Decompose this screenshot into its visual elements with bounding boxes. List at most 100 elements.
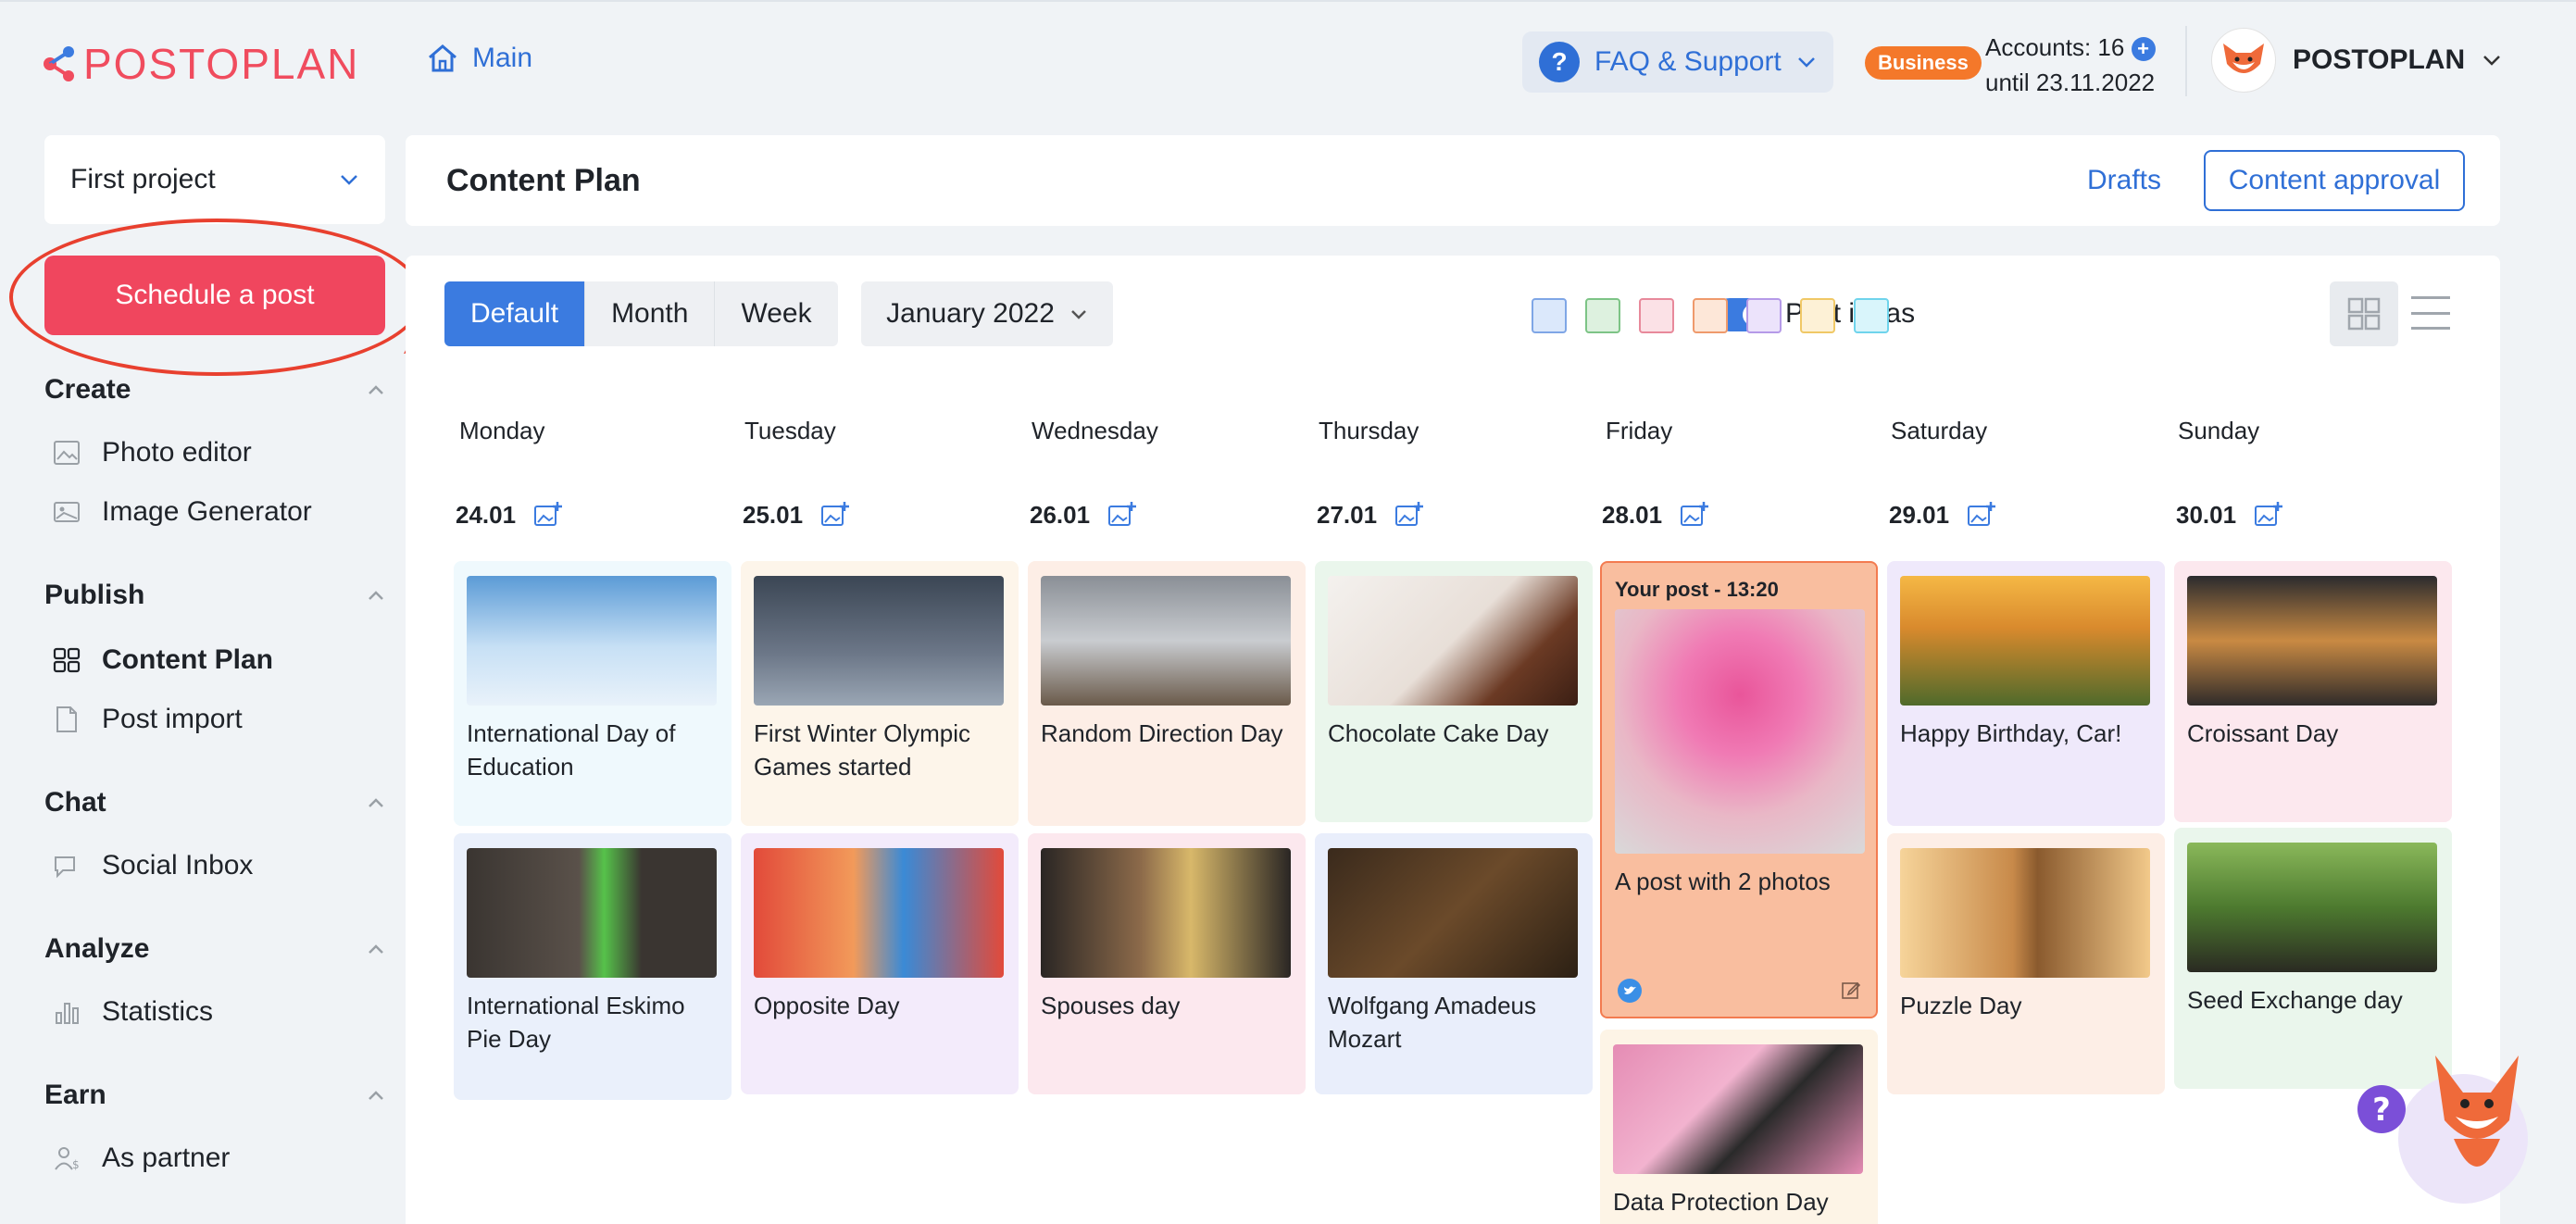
post-idea-card[interactable]: Random Direction Day	[1028, 561, 1306, 826]
edit-icon[interactable]	[1841, 980, 1861, 1000]
post-caption: Opposite Day	[754, 992, 900, 1019]
post-idea-card[interactable]: Opposite Day	[741, 833, 1019, 1094]
post-image	[467, 848, 717, 978]
color-filter-swatch[interactable]	[1746, 298, 1782, 333]
day-header-sunday: Sunday	[2178, 417, 2260, 444]
section-title: Earn	[44, 1080, 106, 1110]
tab-month[interactable]: Month	[585, 281, 716, 346]
sidebar-item-as-partner[interactable]: $ As partner	[52, 1143, 230, 1174]
accounts-count: Accounts: 16	[1985, 33, 2125, 61]
sidebar-item-image-generator[interactable]: Image Generator	[52, 496, 312, 528]
post-image	[1900, 576, 2150, 706]
add-image-icon[interactable]	[819, 500, 851, 530]
sidebar-item-label: As partner	[102, 1143, 231, 1173]
project-selector[interactable]: First project	[44, 135, 385, 224]
post-caption: Data Protection Day	[1613, 1188, 1829, 1216]
day-header-monday: Monday	[459, 417, 545, 444]
section-earn[interactable]: Earn	[44, 1080, 385, 1111]
section-analyze[interactable]: Analyze	[44, 933, 385, 965]
twitter-icon	[1618, 979, 1642, 1003]
partner-icon: $	[55, 1147, 80, 1171]
post-caption: Spouses day	[1041, 992, 1181, 1019]
tab-default[interactable]: Default	[444, 281, 586, 346]
faq-support-button[interactable]: ? FAQ & Support	[1522, 31, 1833, 93]
grid-view-button[interactable]	[2330, 281, 2398, 346]
add-account-icon[interactable]: +	[2131, 37, 2156, 62]
color-filter-swatch[interactable]	[1693, 298, 1728, 333]
sidebar-item-photo-editor[interactable]: Photo editor	[52, 437, 252, 468]
sidebar-item-content-plan[interactable]: Content Plan	[52, 644, 273, 676]
scheduled-post-card[interactable]: Your post - 13:20 A post with 2 photos	[1600, 561, 1878, 1018]
date-cell: 24.01	[456, 500, 564, 530]
content-approval-button[interactable]: Content approval	[2204, 150, 2465, 211]
post-image	[1328, 848, 1578, 978]
color-filter-swatch[interactable]	[1585, 298, 1620, 333]
post-idea-card[interactable]: International Eskimo Pie Day	[454, 833, 732, 1100]
tab-week[interactable]: Week	[715, 281, 837, 346]
chevron-up-icon	[369, 1091, 383, 1100]
post-caption: Seed Exchange day	[2187, 986, 2403, 1014]
post-caption: Puzzle Day	[1900, 992, 2022, 1019]
color-filter-swatch[interactable]	[1532, 298, 1567, 333]
section-chat[interactable]: Chat	[44, 787, 385, 818]
add-image-icon[interactable]	[1679, 500, 1710, 530]
post-idea-card[interactable]: Wolfgang Amadeus Mozart	[1315, 833, 1593, 1094]
main-link[interactable]: Main	[426, 43, 532, 74]
day-header-friday: Friday	[1606, 417, 1673, 444]
logo-text: POSTOPLAN	[83, 40, 360, 88]
page-title: Content Plan	[446, 163, 641, 198]
sidebar-item-label: Content Plan	[102, 644, 273, 675]
color-filter-swatch[interactable]	[1854, 298, 1889, 333]
list-view-button[interactable]	[2411, 296, 2450, 330]
section-title: Publish	[44, 580, 145, 610]
schedule-post-button[interactable]: Schedule a post	[44, 256, 385, 335]
post-caption: Croissant Day	[2187, 719, 2339, 747]
post-image	[1613, 1044, 1863, 1174]
section-title: Analyze	[44, 933, 150, 964]
post-idea-card[interactable]: Croissant Day	[2174, 561, 2452, 822]
sidebar-item-post-import[interactable]: Post import	[52, 704, 243, 735]
post-idea-card[interactable]: Chocolate Cake Day	[1315, 561, 1593, 822]
color-filter-swatch[interactable]	[1639, 298, 1674, 333]
post-image	[1615, 609, 1865, 854]
section-create[interactable]: Create	[44, 374, 385, 406]
sidebar-item-statistics[interactable]: Statistics	[52, 996, 213, 1028]
help-mascot-icon[interactable]: ?	[2352, 1037, 2556, 1213]
photo-editor-icon	[54, 441, 80, 465]
grid-icon	[53, 647, 81, 673]
add-image-icon[interactable]	[1107, 500, 1138, 530]
home-icon	[429, 44, 456, 72]
post-idea-card[interactable]: First Winter Olympic Games started	[741, 561, 1019, 826]
add-image-icon[interactable]	[2253, 500, 2284, 530]
chat-bubble-icon	[55, 856, 75, 879]
add-image-icon[interactable]	[1966, 500, 1997, 530]
date-cell: 28.01	[1602, 500, 1710, 530]
user-name: POSTOPLAN	[2293, 44, 2466, 75]
chevron-up-icon	[369, 944, 383, 954]
post-idea-card[interactable]: Data Protection Day	[1600, 1030, 1878, 1224]
post-image	[754, 848, 1004, 978]
date-label: 30.01	[2176, 500, 2237, 529]
sidebar-item-social-inbox[interactable]: Social Inbox	[52, 850, 253, 881]
post-idea-card[interactable]: Puzzle Day	[1887, 833, 2165, 1094]
post-image	[1041, 576, 1291, 706]
post-image	[1900, 848, 2150, 978]
fox-avatar-icon	[2223, 44, 2264, 73]
drafts-link[interactable]: Drafts	[2087, 165, 2161, 196]
chevron-down-icon	[2483, 56, 2501, 66]
divider	[2185, 26, 2187, 96]
post-idea-card[interactable]: Spouses day	[1028, 833, 1306, 1094]
post-idea-card[interactable]: International Day of Education	[454, 561, 732, 826]
scheduled-post-time: Your post - 13:20	[1615, 578, 1779, 601]
user-menu[interactable]: POSTOPLAN	[2211, 28, 2502, 93]
svg-text:$: $	[72, 1158, 80, 1171]
month-selector[interactable]: January 2022	[861, 281, 1113, 346]
add-image-icon[interactable]	[532, 500, 564, 530]
color-filter-swatch[interactable]	[1800, 298, 1835, 333]
add-image-icon[interactable]	[1394, 500, 1425, 530]
main-link-label: Main	[472, 43, 533, 73]
post-caption: Random Direction Day	[1041, 719, 1283, 747]
post-idea-card[interactable]: Happy Birthday, Car!	[1887, 561, 2165, 826]
logo[interactable]: POSTOPLAN	[43, 39, 359, 89]
section-publish[interactable]: Publish	[44, 580, 385, 611]
